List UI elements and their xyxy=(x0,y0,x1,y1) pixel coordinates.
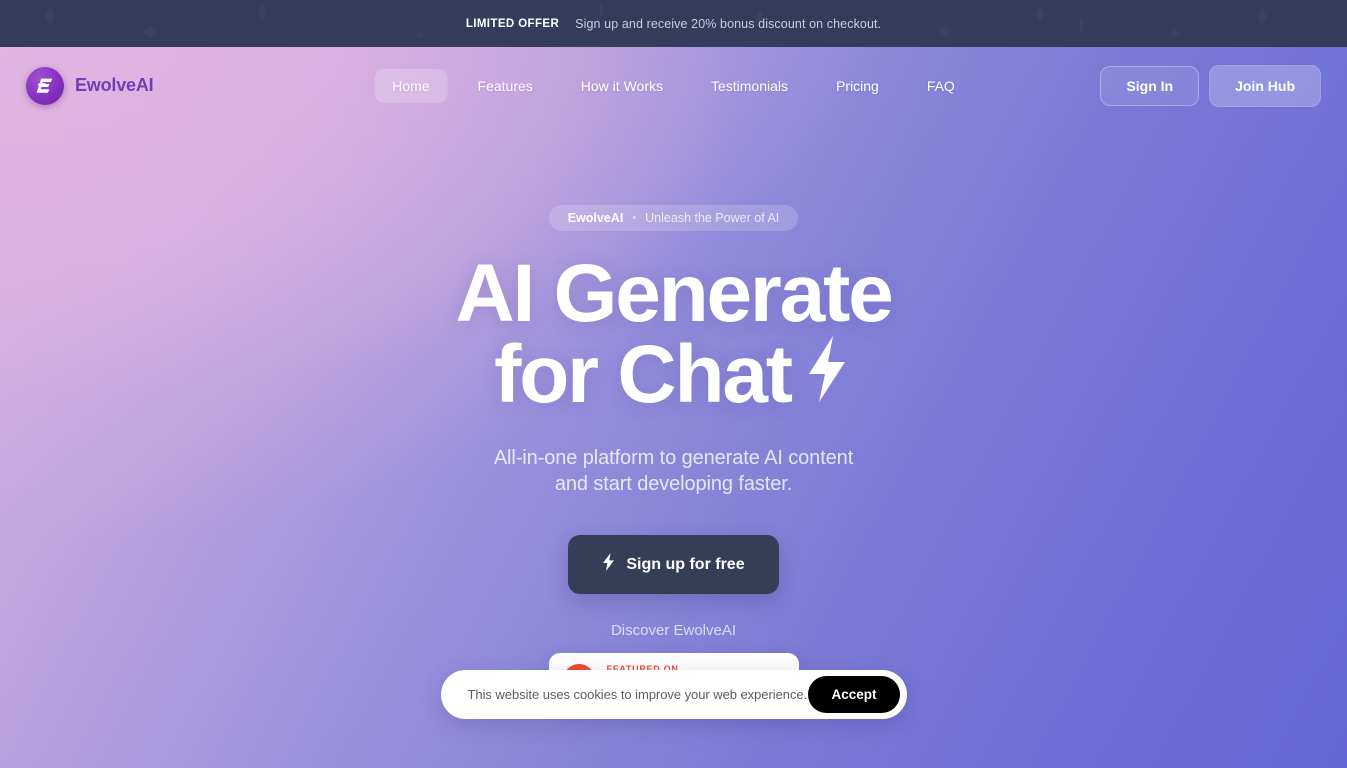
landing-page: LIMITED OFFER Sign up and receive 20% bo… xyxy=(0,0,1347,768)
ewolveai-logo-icon xyxy=(26,66,64,105)
join-hub-button[interactable]: Join Hub xyxy=(1209,64,1321,107)
discover-link[interactable]: Discover EwolveAI xyxy=(611,622,736,639)
cookie-consent-bar: This website uses cookies to improve you… xyxy=(440,670,907,719)
nav-item-features[interactable]: Features xyxy=(460,69,551,103)
hero-title-line2-wrap: for Chat xyxy=(455,332,891,416)
hero-badge-brand: EwolveAI xyxy=(567,211,624,225)
brand-logo[interactable]: EwolveAI xyxy=(26,66,154,105)
header-actions: Sign In Join Hub xyxy=(1100,64,1321,107)
sign-in-button[interactable]: Sign In xyxy=(1100,65,1200,106)
hero-subtitle-line2: and start developing faster. xyxy=(554,472,793,495)
promo-banner: LIMITED OFFER Sign up and receive 20% bo… xyxy=(0,0,1347,47)
hero-title-line2: for Chat xyxy=(494,329,793,421)
hero-badge: EwolveAI • Unleash the Power of AI xyxy=(548,205,799,231)
bolt-icon-glyph xyxy=(603,553,615,572)
nav-item-how-it-works[interactable]: How it Works xyxy=(563,69,681,103)
signup-free-button[interactable]: Sign up for free xyxy=(568,535,779,595)
nav-item-pricing[interactable]: Pricing xyxy=(818,69,897,103)
site-header: EwolveAI Home Features How it Works Test… xyxy=(0,47,1347,124)
signup-free-label: Sign up for free xyxy=(626,555,745,573)
promo-message: Sign up and receive 20% bonus discount o… xyxy=(575,16,882,31)
hero-subtitle-line1: All-in-one platform to generate AI conte… xyxy=(493,446,854,469)
promo-tag: LIMITED OFFER xyxy=(465,17,560,30)
lightning-bolt-glyph xyxy=(808,336,845,403)
brand-name: EwolveAI xyxy=(75,75,154,95)
nav-item-testimonials[interactable]: Testimonials xyxy=(693,69,806,103)
bolt-icon xyxy=(602,553,615,576)
nav-item-faq[interactable]: FAQ xyxy=(909,69,973,103)
page-title: AI Generate for Chat xyxy=(455,253,893,416)
nav-item-home[interactable]: Home xyxy=(374,68,448,103)
main-nav: Home Features How it Works Testimonials … xyxy=(374,68,973,103)
hero-subtitle: All-in-one platform to generate AI conte… xyxy=(494,445,853,498)
logo-e-glyph xyxy=(36,78,53,93)
hero-badge-separator: • xyxy=(632,212,637,224)
cookie-message: This website uses cookies to improve you… xyxy=(467,687,808,702)
cookie-accept-button[interactable]: Accept xyxy=(808,676,900,713)
lightning-bolt-icon xyxy=(801,334,853,415)
hero-title-line1: AI Generate xyxy=(455,248,893,339)
hero-section: EwolveAI • Unleash the Power of AI AI Ge… xyxy=(0,124,1347,708)
hero-badge-tagline: Unleash the Power of AI xyxy=(645,211,780,225)
